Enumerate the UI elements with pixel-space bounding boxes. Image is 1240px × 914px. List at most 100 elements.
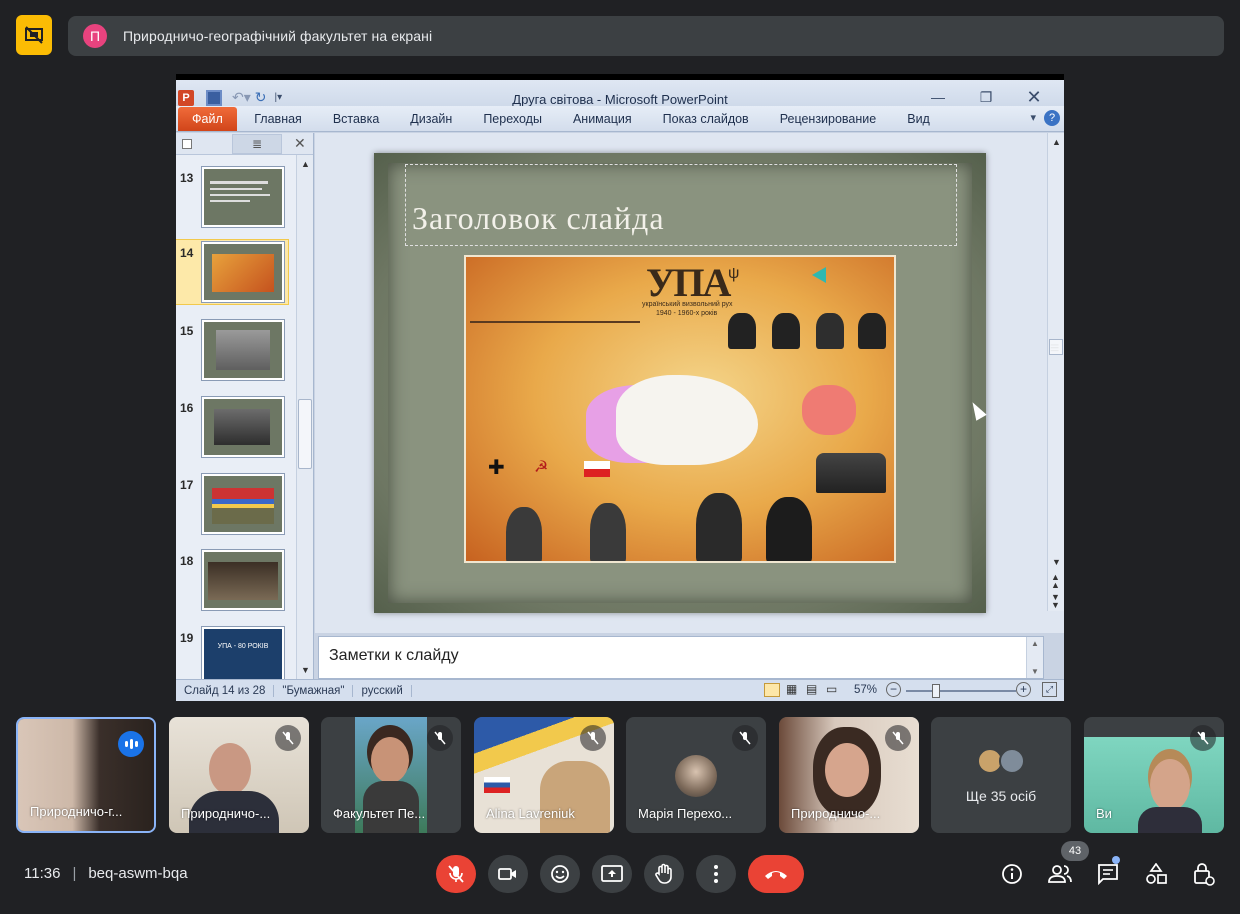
present-screen-button[interactable] — [592, 855, 632, 893]
shared-screen-powerpoint: P ↶▾ ↻ |▾ Друга світова - Microsoft Powe… — [176, 74, 1064, 701]
mic-off-icon — [732, 725, 758, 751]
reactions-button[interactable] — [540, 855, 580, 893]
mic-off-icon — [885, 725, 911, 751]
help-icon: ? — [1044, 110, 1060, 126]
reading-view-icon: ▤ — [806, 682, 818, 696]
ribbon-tab-file: Файл — [178, 106, 237, 131]
participant-tile-1[interactable]: Природничо-г... — [16, 717, 156, 833]
more-options-button[interactable] — [696, 855, 736, 893]
slide-sorter-icon: ▦ — [786, 682, 798, 696]
zoom-slider — [906, 684, 1016, 698]
fit-to-window-icon: ⤢ — [1042, 682, 1057, 697]
infographic-heading: УПА — [646, 260, 731, 305]
end-call-icon — [765, 871, 787, 879]
zoom-level: 57% — [854, 684, 878, 696]
minimize-icon: — — [931, 89, 945, 105]
presenter-avatar: П — [83, 24, 107, 48]
meeting-info: 11:36 | beq-aswm-bqa — [24, 865, 188, 882]
leave-call-button[interactable] — [748, 855, 804, 893]
lock-person-icon — [1194, 863, 1215, 886]
slide-thumb-19: 19 УПА - 80 РОКІВ — [176, 625, 300, 679]
slide-thumb-14-selected: 14 — [176, 239, 289, 305]
slide-thumb-13: 13 — [176, 165, 300, 229]
more-participants-label: Ще 35 осіб — [965, 788, 1037, 804]
info-icon — [1002, 864, 1022, 884]
slides-thumbnail-pane: ≣ ✕ 13 14 15 16 17 18 19 УПА - 80 РОКІВ … — [176, 133, 314, 679]
theme-name: "Бумажная" — [274, 684, 354, 697]
slide-notes: Заметки к слайду ▲ ▼ — [318, 636, 1044, 679]
meeting-code: beq-aswm-bqa — [88, 865, 188, 882]
close-icon: ✕ — [1026, 86, 1042, 107]
slide-thumb-15: 15 — [176, 318, 300, 382]
slide-thumb-18: 18 — [176, 548, 300, 612]
language-indicator: русский — [353, 684, 412, 697]
presenting-text: Природничо-географічний факультет на екр… — [123, 28, 433, 44]
ribbon-tab-slideshow: Показ слайдов — [662, 111, 749, 126]
zoom-out-icon: − — [886, 682, 901, 697]
mic-off-icon — [275, 725, 301, 751]
ribbon-tab-view: Вид — [907, 111, 930, 126]
slide-thumb-17: 17 — [176, 472, 300, 536]
ribbon-tab-review: Рецензирование — [779, 111, 877, 126]
trident-icon: ψ — [728, 265, 740, 282]
participant-tile-4[interactable]: Alina Lavreniuk — [474, 717, 614, 833]
chat-icon — [1098, 864, 1118, 885]
slide-scrollbar: ▲ ≡ ▼ ▲ ▲ ▼ ▼ — [1047, 133, 1064, 611]
infographic-years: 1940 - 1960-х років — [656, 310, 718, 317]
infographic-subheading: український визвольний рух — [642, 301, 733, 308]
ribbon-collapse-icon: ▾ — [1030, 112, 1036, 124]
self-view-tile[interactable]: Ви — [1084, 717, 1224, 833]
separator: | — [72, 865, 77, 882]
emoji-icon — [551, 865, 569, 883]
ribbon-tab-transitions: Переходы — [483, 111, 542, 126]
camera-icon — [498, 868, 516, 880]
participant-tile-3[interactable]: Факультет Пе... — [321, 717, 461, 833]
ribbon-tab-home: Главная — [254, 111, 302, 126]
slideshow-view-icon: ▭ — [826, 682, 838, 696]
next-slide-icon: ▼ ▼ — [1051, 592, 1060, 610]
people-icon — [1048, 865, 1072, 883]
unread-chat-dot — [1112, 856, 1120, 864]
hand-icon — [655, 863, 672, 884]
people-button[interactable] — [1045, 859, 1075, 889]
slide-title-placeholder: Заголовок слайда — [405, 164, 957, 246]
ribbon-tab-animation: Анимация — [572, 111, 632, 126]
normal-view-icon — [764, 683, 780, 697]
slides-tab-icon — [182, 138, 192, 149]
mic-off-icon — [580, 725, 606, 751]
presentation-off-icon[interactable] — [16, 15, 52, 55]
cross-icon: ✚ — [488, 457, 505, 479]
slide-counter: Слайд 14 из 28 — [184, 684, 275, 697]
microphone-toggle-button[interactable] — [436, 855, 476, 893]
activities-button[interactable] — [1141, 859, 1171, 889]
slide-editing-area: Заголовок слайда УПА український визволь… — [315, 133, 1064, 633]
participant-name: Марія Перехо... — [638, 806, 733, 821]
participant-name: Alina Lavreniuk — [486, 806, 575, 821]
mic-off-icon — [448, 865, 464, 883]
ribbon-tab-insert: Вставка — [332, 111, 380, 126]
raise-hand-button[interactable] — [644, 855, 684, 893]
participant-name: Природничо-... — [181, 806, 271, 821]
hammer-sickle-icon: ☭ — [534, 459, 549, 476]
zoom-in-icon: + — [1016, 682, 1031, 697]
participants-count-badge: 43 — [1061, 841, 1089, 861]
participant-tile-5[interactable]: Марія Перехо... — [626, 717, 766, 833]
ukraine-map-shape — [616, 375, 758, 465]
close-pane-icon: ✕ — [294, 135, 306, 151]
restore-icon: ❐ — [979, 88, 993, 105]
participant-tile-2[interactable]: Природничо-... — [169, 717, 309, 833]
ribbon-tab-design: Дизайн — [410, 111, 453, 126]
camera-toggle-button[interactable] — [488, 855, 528, 893]
slide-thumb-16: 16 — [176, 395, 300, 459]
chat-button[interactable] — [1093, 859, 1123, 889]
mic-off-icon — [1190, 725, 1216, 751]
notes-placeholder: Заметки к слайду — [329, 647, 459, 664]
meeting-details-button[interactable] — [997, 859, 1027, 889]
participant-name: Природничо-г... — [30, 804, 123, 819]
participant-name: Природничо-... — [791, 806, 881, 821]
more-participants-tile[interactable]: Ще 35 осіб — [931, 717, 1071, 833]
participant-avatar — [999, 748, 1025, 774]
participant-avatar — [675, 755, 717, 797]
participant-tile-6[interactable]: Природничо-... — [779, 717, 919, 833]
host-controls-button[interactable] — [1189, 859, 1219, 889]
